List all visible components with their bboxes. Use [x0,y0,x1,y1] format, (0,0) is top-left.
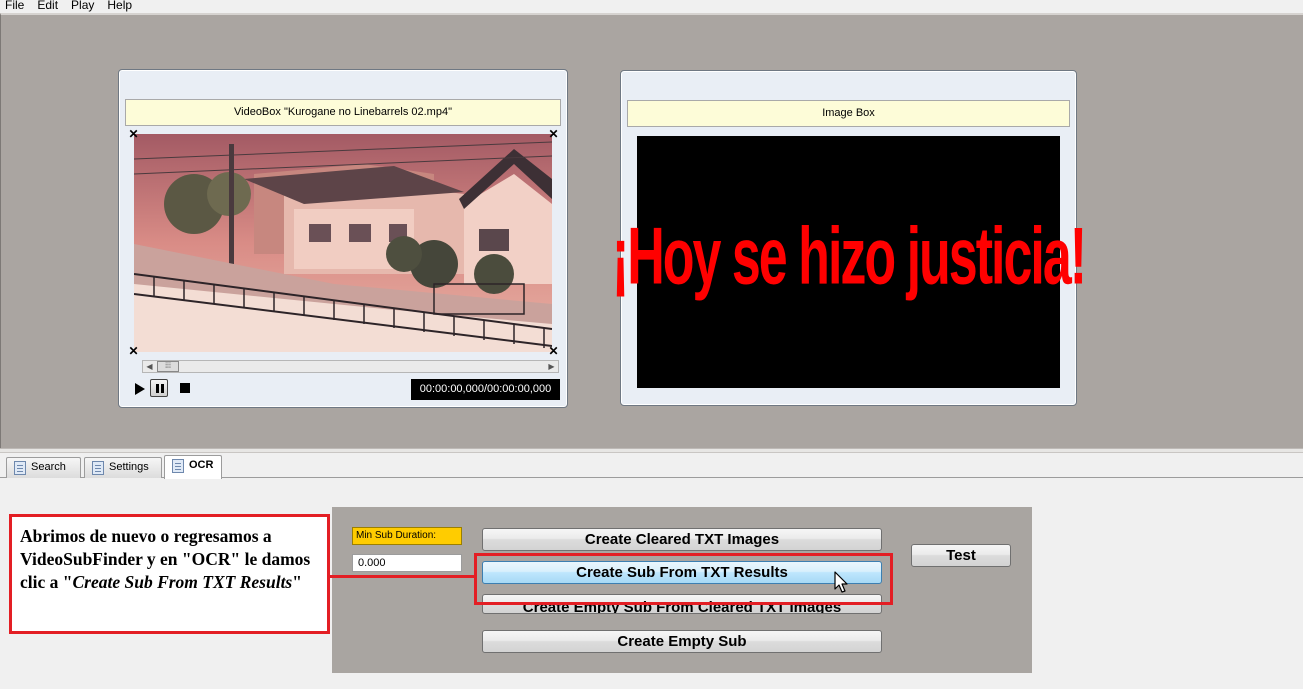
create-empty-sub-button[interactable]: Create Empty Sub [482,630,882,653]
annotation-italic-text: Create Sub From TXT Results [72,572,293,592]
tab-settings[interactable]: Settings [84,457,162,478]
menu-file[interactable]: File [0,0,29,11]
image-box-title: Image Box [627,100,1070,127]
video-position-scrollbar[interactable]: ◀ ⁞⁞⁞ ▶ [142,360,559,373]
menu-edit[interactable]: Edit [32,0,63,11]
document-icon [14,461,26,475]
video-box-title: VideoBox "Kurogane no Linebarrels 02.mp4… [125,99,561,126]
resize-handle-icon[interactable]: ✕ [548,128,559,140]
menu-play[interactable]: Play [66,0,99,11]
document-icon [92,461,104,475]
image-box-window[interactable]: Image Box ¡Hoy se hizo justicia! [612,70,1087,406]
tab-search-label: Search [31,461,66,473]
min-sub-duration-input[interactable]: 0.000 [352,554,462,572]
tab-ocr-label: OCR [189,459,214,471]
subtitle-image-text: ¡Hoy se hizo justicia! [611,212,1087,302]
min-sub-duration-label: Min Sub Duration: [352,527,462,545]
pause-icon[interactable] [150,379,168,397]
tab-search[interactable]: Search [6,457,81,478]
timecode-display: 00:00:00,000/00:00:00,000 [411,379,560,400]
annotation-note: Abrimos de nuevo o regresamos a VideoSub… [9,514,330,634]
scroll-thumb[interactable]: ⁞⁞⁞ [157,361,179,372]
mouse-pointer-icon [834,571,848,593]
tab-ocr[interactable]: OCR [164,455,222,479]
video-frame-image [134,134,552,352]
menu-help[interactable]: Help [102,0,137,11]
annotation-text-end: " [292,572,302,592]
stop-icon[interactable] [177,379,195,397]
tab-settings-label: Settings [109,461,149,473]
scroll-right-arrow-icon[interactable]: ▶ [545,361,558,372]
annotation-highlight-box [474,553,893,605]
video-frame [134,134,552,352]
resize-handle-icon[interactable]: ✕ [128,345,139,357]
image-canvas: ¡Hoy se hizo justicia! [612,136,1087,388]
resize-handle-icon[interactable]: ✕ [548,345,559,357]
scroll-left-arrow-icon[interactable]: ◀ [143,361,156,372]
annotation-connector-line [330,575,476,578]
video-box-window[interactable]: VideoBox "Kurogane no Linebarrels 02.mp4… [118,69,568,408]
tab-bar: Search Settings OCR [0,453,1303,479]
resize-handle-icon[interactable]: ✕ [128,128,139,140]
document-icon [172,459,184,473]
play-icon[interactable] [131,379,149,397]
menu-bar: File Edit Play Help [0,0,1303,13]
test-button[interactable]: Test [911,544,1011,567]
create-cleared-txt-images-button[interactable]: Create Cleared TXT Images [482,528,882,551]
